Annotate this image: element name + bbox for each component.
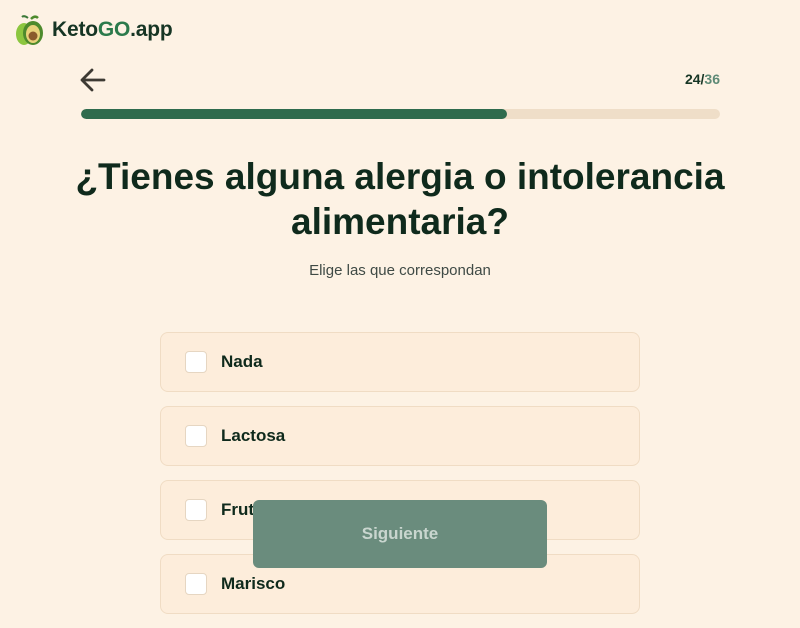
progress-fill bbox=[81, 109, 508, 119]
avocado-icon bbox=[16, 15, 43, 45]
checkbox-unchecked-icon[interactable] bbox=[185, 351, 207, 373]
step-total: 36 bbox=[704, 71, 720, 87]
option-label: Nada bbox=[221, 352, 263, 371]
options-list: Nada Lactosa Frutos secos Marisco bbox=[160, 332, 640, 628]
step-current: 24 bbox=[684, 71, 701, 87]
checkbox-unchecked-icon[interactable] bbox=[185, 499, 207, 521]
option-nada[interactable]: Nada bbox=[160, 332, 640, 392]
option-label: Marisco bbox=[221, 574, 286, 593]
checkbox-unchecked-icon[interactable] bbox=[185, 573, 207, 595]
question-subtitle: Elige las que correspondan bbox=[309, 262, 491, 279]
option-label: Lactosa bbox=[221, 426, 286, 445]
progress-bar bbox=[81, 109, 720, 119]
checkbox-unchecked-icon[interactable] bbox=[185, 425, 207, 447]
option-lactosa[interactable]: Lactosa bbox=[160, 406, 640, 466]
logo[interactable]: KetoGO.app bbox=[14, 14, 173, 46]
arrow-left-icon[interactable] bbox=[78, 66, 108, 94]
question-title: ¿Tienes alguna alergia o intolerancia al… bbox=[75, 156, 725, 242]
logo-text: KetoGO.app bbox=[52, 18, 173, 41]
next-button[interactable]: Siguiente bbox=[253, 500, 547, 568]
step-counter: 24/36 bbox=[684, 71, 720, 87]
